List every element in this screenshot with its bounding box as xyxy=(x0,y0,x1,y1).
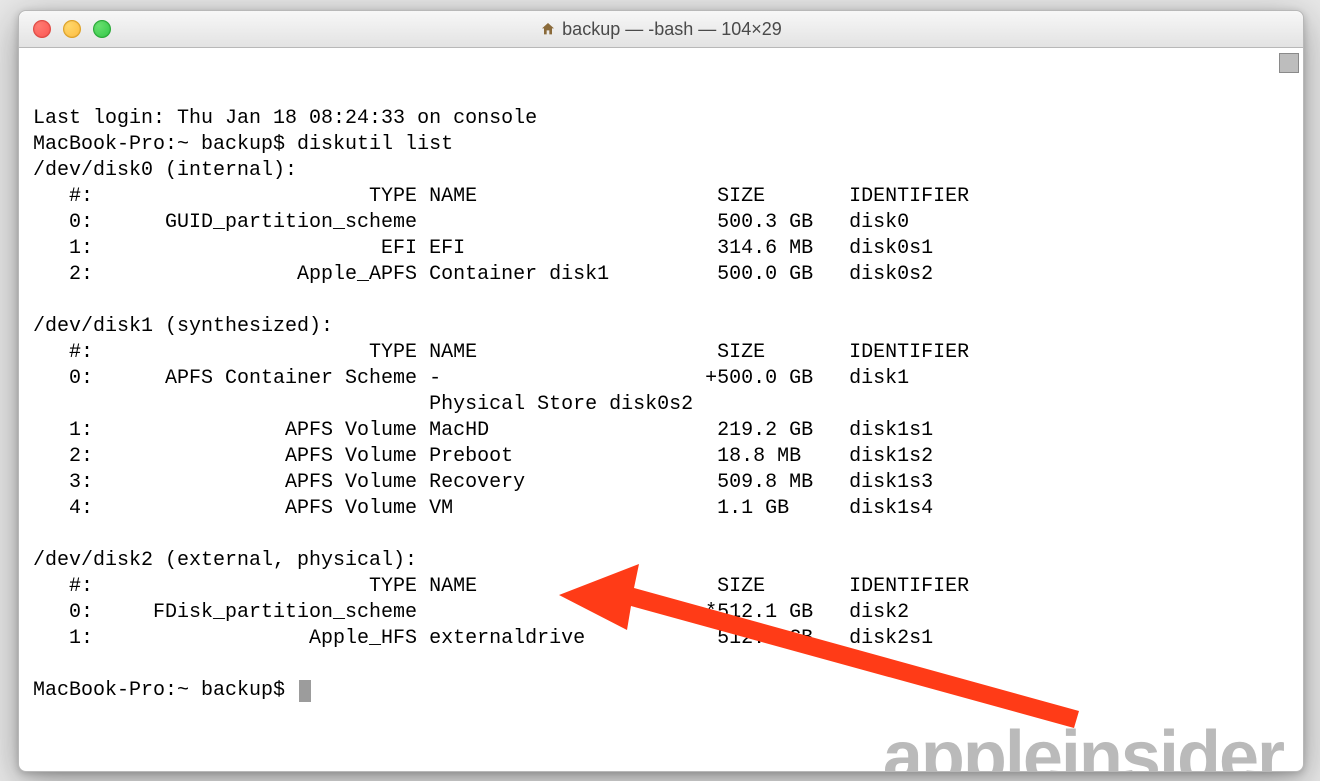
terminal-line: 4: APFS Volume VM 1.1 GB disk1s4 xyxy=(33,497,933,520)
terminal-prompt: MacBook-Pro:~ backup$ xyxy=(33,679,297,702)
window-titlebar[interactable]: backup — -bash — 104×29 xyxy=(19,11,1303,48)
minimize-icon[interactable] xyxy=(63,20,81,38)
terminal-line: /dev/disk0 (internal): xyxy=(33,159,297,182)
terminal-content[interactable]: Last login: Thu Jan 18 08:24:33 on conso… xyxy=(19,48,1303,772)
terminal-line: Last login: Thu Jan 18 08:24:33 on conso… xyxy=(33,107,537,130)
scroll-indicator-icon[interactable] xyxy=(1279,53,1299,73)
zoom-icon[interactable] xyxy=(93,20,111,38)
terminal-line: 3: APFS Volume Recovery 509.8 MB disk1s3 xyxy=(33,471,933,494)
home-icon xyxy=(540,21,556,37)
terminal-line: Physical Store disk0s2 xyxy=(33,393,693,416)
window-title-text: backup — -bash — 104×29 xyxy=(562,19,782,40)
terminal-line: 2: APFS Volume Preboot 18.8 MB disk1s2 xyxy=(33,445,933,468)
terminal-line: 0: GUID_partition_scheme 500.3 GB disk0 xyxy=(33,211,909,234)
terminal-line: /dev/disk1 (synthesized): xyxy=(33,315,333,338)
terminal-line: 2: Apple_APFS Container disk1 500.0 GB d… xyxy=(33,263,933,286)
watermark-text: appleinsider xyxy=(883,744,1283,770)
terminal-line: 0: APFS Container Scheme - +500.0 GB dis… xyxy=(33,367,909,390)
terminal-line: MacBook-Pro:~ backup$ diskutil list xyxy=(33,133,453,156)
terminal-line: 1: APFS Volume MacHD 219.2 GB disk1s1 xyxy=(33,419,933,442)
terminal-line: 0: FDisk_partition_scheme *512.1 GB disk… xyxy=(33,601,909,624)
window-title: backup — -bash — 104×29 xyxy=(19,19,1303,40)
terminal-line: #: TYPE NAME SIZE IDENTIFIER xyxy=(33,185,969,208)
close-icon[interactable] xyxy=(33,20,51,38)
cursor-icon xyxy=(299,680,311,702)
terminal-line: /dev/disk2 (external, physical): xyxy=(33,549,417,572)
terminal-line: #: TYPE NAME SIZE IDENTIFIER xyxy=(33,341,969,364)
terminal-line: #: TYPE NAME SIZE IDENTIFIER xyxy=(33,575,969,598)
terminal-line: 1: Apple_HFS externaldrive 512.1 GB disk… xyxy=(33,627,933,650)
terminal-window: backup — -bash — 104×29 Last login: Thu … xyxy=(18,10,1304,772)
terminal-line: 1: EFI EFI 314.6 MB disk0s1 xyxy=(33,237,933,260)
